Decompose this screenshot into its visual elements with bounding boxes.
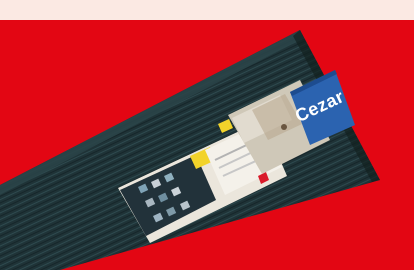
top-light-band bbox=[0, 0, 414, 20]
red-backdrop: Cezar bbox=[0, 20, 414, 270]
product-photo bbox=[0, 30, 380, 270]
flooring-board bbox=[0, 30, 380, 270]
